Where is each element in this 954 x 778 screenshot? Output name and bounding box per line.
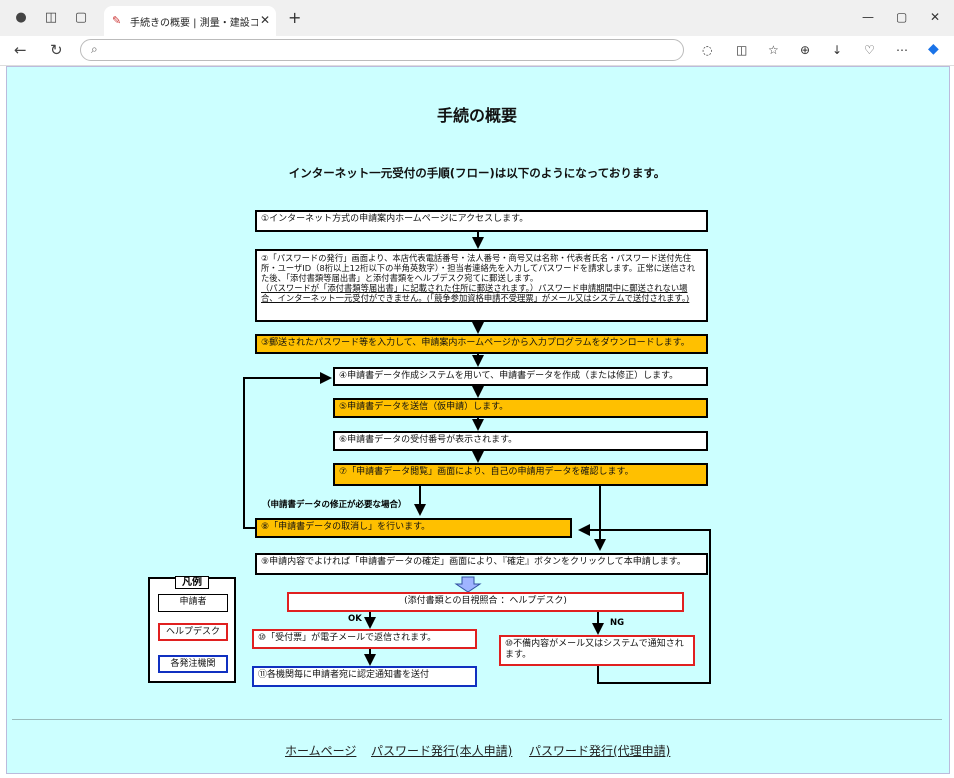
flow-step-8: ⑧「申請書データの取消し」を行います。 bbox=[255, 518, 572, 538]
legend-agency: 各発注機関 bbox=[158, 655, 228, 673]
flow-step-10: ⑩「受付票」が電子メールで返信されます。 bbox=[252, 629, 477, 649]
flow-check: (添付書類との目視照合 ：ヘルプデスク) bbox=[287, 592, 684, 612]
legend-helpdesk: ヘルプデスク bbox=[158, 623, 228, 641]
legend-title: 凡例 bbox=[175, 576, 209, 589]
flow-step-2-text: ②「パスワードの発行」画面より、本店代表電話番号・法人番号・商号又は名称・代表者… bbox=[261, 253, 696, 283]
flow-step-11: ⑪各機関毎に申請者宛に認定通知書を送付 bbox=[252, 666, 477, 687]
flow-step-9: ⑨申請内容でよければ「申請書データの確定」画面により、『確定』ボタンをクリックし… bbox=[255, 553, 708, 575]
flow-step-6: ⑥申請書データの受付番号が表示されます。 bbox=[333, 431, 708, 451]
flow-step-4: ④申請書データ作成システムを用いて、申請書データを作成（または修正）します。 bbox=[333, 367, 708, 386]
legend-applicant: 申請者 bbox=[158, 594, 228, 612]
legend: 凡例 申請者 ヘルプデスク 各発注機関 bbox=[148, 576, 236, 683]
flow-step-1: ①インターネット方式の申請案内ホームページにアクセスします。 bbox=[255, 210, 708, 232]
footer-divider bbox=[12, 719, 942, 720]
flow-step-3: ③郵送されたパスワード等を入力して、申請案内ホームページから入力プログラムをダウ… bbox=[255, 334, 708, 354]
flow-step-5: ⑤申請書データを送信（仮申請）します。 bbox=[333, 398, 708, 418]
flow-connectors bbox=[243, 232, 711, 684]
flow-step-7: ⑦「申請書データ閲覧」画面により、自己の申請用データを確認します。 bbox=[333, 463, 708, 486]
link-home[interactable]: ホームページ bbox=[285, 742, 356, 759]
flow-step-10b: ⑩不備内容がメール又はシステムで通知されます。 bbox=[499, 635, 695, 666]
ng-label: NG bbox=[610, 618, 625, 628]
flow-step-2: ②「パスワードの発行」画面より、本店代表電話番号・法人番号・商号又は名称・代表者… bbox=[255, 249, 708, 322]
flow-step-2-note: （パスワードが「添付書類等届出書」に記載された住所に郵送されます。）パスワード申… bbox=[261, 283, 690, 303]
link-password-self[interactable]: パスワード発行(本人申請) bbox=[371, 742, 512, 759]
correction-label: （申請書データの修正が必要な場合） bbox=[262, 500, 407, 510]
ok-label: OK bbox=[348, 614, 362, 624]
link-password-proxy[interactable]: パスワード発行(代理申請) bbox=[529, 742, 670, 759]
